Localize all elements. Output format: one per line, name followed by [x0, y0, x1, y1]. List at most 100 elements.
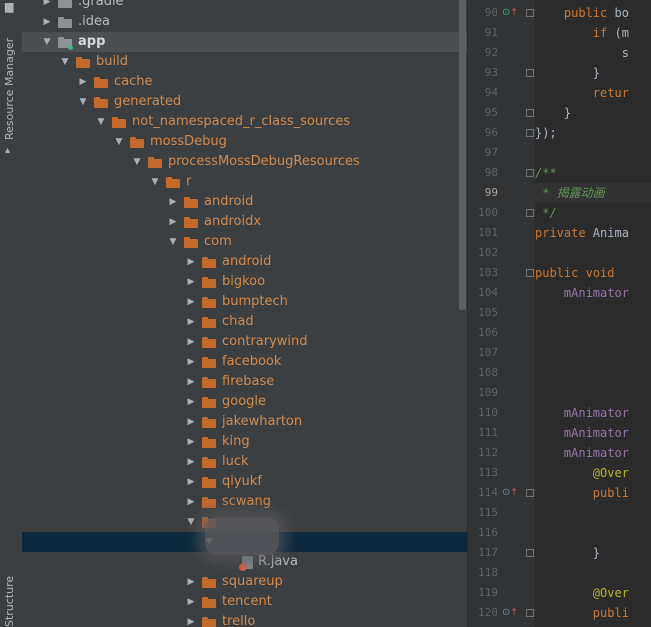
- tree-row[interactable]: ▶ .gradle: [22, 0, 467, 12]
- collapse-arrow-icon[interactable]: ▼: [150, 172, 160, 192]
- code-editor[interactable]: public bo if (m s } retur }}); /** * 揭露动画…: [535, 0, 651, 627]
- expand-arrow-icon[interactable]: ▶: [186, 332, 196, 352]
- expand-arrow-icon[interactable]: ▶: [186, 292, 196, 312]
- expand-arrow-icon[interactable]: ▶: [168, 192, 178, 212]
- expand-arrow-icon[interactable]: ▶: [186, 272, 196, 292]
- resource-manager-icon[interactable]: ▴: [5, 146, 17, 156]
- expand-arrow-icon[interactable]: ▶: [186, 372, 196, 392]
- tree-row[interactable]: ▶ contrarywind: [22, 332, 467, 352]
- fold-marker-icon[interactable]: [526, 489, 534, 497]
- expand-arrow-icon[interactable]: ▶: [186, 592, 196, 612]
- fold-marker-icon[interactable]: [526, 169, 534, 177]
- line-number: 105: [478, 306, 498, 319]
- code-line: publi: [592, 606, 629, 620]
- expand-arrow-icon[interactable]: ▶: [168, 212, 178, 232]
- tree-item-label: luck: [222, 454, 249, 469]
- tree-row[interactable]: ▶ king: [22, 432, 467, 452]
- code-line: public bo: [563, 6, 629, 20]
- override-marker-icon[interactable]: ⊙↑: [502, 3, 518, 23]
- project-folder-icon[interactable]: ▆: [5, 1, 17, 12]
- expand-arrow-icon[interactable]: ▶: [186, 452, 196, 472]
- expand-arrow-icon[interactable]: ▶: [186, 472, 196, 492]
- java-file-icon: [239, 556, 253, 571]
- collapse-arrow-icon[interactable]: ▼: [42, 32, 52, 52]
- folder-icon: [184, 237, 198, 248]
- override-marker-icon[interactable]: ⊙↑: [502, 603, 518, 623]
- expand-arrow-icon[interactable]: ▶: [186, 352, 196, 372]
- fold-marker-icon[interactable]: [526, 69, 534, 77]
- folder-icon: [202, 357, 216, 368]
- tree-row[interactable]: ▶ qiyukf: [22, 472, 467, 492]
- tree-row[interactable]: ▼ not_namespaced_r_class_sources: [22, 112, 467, 132]
- structure-tab[interactable]: Structure: [3, 576, 16, 627]
- line-number: 97: [484, 146, 498, 159]
- fold-marker-icon[interactable]: [526, 269, 534, 277]
- fold-marker-icon[interactable]: [526, 549, 534, 557]
- collapse-arrow-icon[interactable]: ▼: [168, 232, 178, 252]
- tree-row[interactable]: ▶ bigkoo: [22, 272, 467, 292]
- expand-arrow-icon[interactable]: ▶: [42, 0, 52, 12]
- folder-icon: [202, 317, 216, 328]
- fold-marker-icon[interactable]: [526, 109, 534, 117]
- tree-row[interactable]: R.java: [22, 552, 467, 572]
- tree-row[interactable]: ▶ luck: [22, 452, 467, 472]
- tree-row[interactable]: ▶ facebook: [22, 352, 467, 372]
- expand-arrow-icon[interactable]: ▶: [186, 612, 196, 627]
- override-marker-icon[interactable]: ⊙↑: [502, 483, 518, 503]
- tree-row[interactable]: ▶ trello: [22, 612, 467, 627]
- fold-marker-icon[interactable]: [526, 9, 534, 17]
- collapse-arrow-icon[interactable]: ▼: [114, 132, 124, 152]
- fold-marker-icon[interactable]: [526, 209, 534, 217]
- tree-row[interactable]: ▶ squareup: [22, 572, 467, 592]
- line-number: 109: [478, 386, 498, 399]
- tree-row[interactable]: ▼ processMossDebugResources: [22, 152, 467, 172]
- tree-row[interactable]: ▶ androidx: [22, 212, 467, 232]
- fold-marker-icon[interactable]: [526, 609, 534, 617]
- expand-arrow-icon[interactable]: ▶: [186, 392, 196, 412]
- tree-row[interactable]: ▼ com: [22, 232, 467, 252]
- code-line: retur: [592, 86, 629, 100]
- folder-icon: [202, 297, 216, 308]
- tree-row[interactable]: ▼ app: [22, 32, 467, 52]
- tree-row[interactable]: ▶ chad: [22, 312, 467, 332]
- expand-arrow-icon[interactable]: ▶: [78, 72, 88, 92]
- collapse-arrow-icon[interactable]: ▼: [96, 112, 106, 132]
- tree-row[interactable]: ▶ google: [22, 392, 467, 412]
- collapse-arrow-icon[interactable]: ▼: [60, 52, 70, 72]
- folder-icon: [184, 197, 198, 208]
- folder-icon: [184, 217, 198, 228]
- collapse-arrow-icon[interactable]: ▼: [132, 152, 142, 172]
- tree-row[interactable]: ▶ tencent: [22, 592, 467, 612]
- tree-row[interactable]: ▶ .idea: [22, 12, 467, 32]
- folder-icon: [76, 57, 90, 68]
- tree-row[interactable]: ▶ jakewharton: [22, 412, 467, 432]
- tree-row[interactable]: ▼ generated: [22, 92, 467, 112]
- expand-arrow-icon[interactable]: ▶: [186, 492, 196, 512]
- tree-scrollbar[interactable]: [459, 0, 466, 310]
- line-number: 94: [484, 86, 498, 99]
- collapse-arrow-icon[interactable]: ▼: [78, 92, 88, 112]
- tree-row[interactable]: ▶ cache: [22, 72, 467, 92]
- expand-arrow-icon[interactable]: ▶: [186, 412, 196, 432]
- tree-item-label: r: [186, 174, 192, 189]
- tree-row[interactable]: ▼ build: [22, 52, 467, 72]
- collapse-arrow-icon[interactable]: ▼: [186, 512, 196, 532]
- tree-row[interactable]: ▶ android: [22, 192, 467, 212]
- tree-row[interactable]: ▼ r: [22, 172, 467, 192]
- tree-row[interactable]: ▶ bumptech: [22, 292, 467, 312]
- expand-arrow-icon[interactable]: ▶: [186, 432, 196, 452]
- expand-arrow-icon[interactable]: ▶: [186, 572, 196, 592]
- line-number: 111: [478, 426, 498, 439]
- tree-row[interactable]: ▼ mossDebug: [22, 132, 467, 152]
- expand-arrow-icon[interactable]: ▶: [186, 312, 196, 332]
- expand-arrow-icon[interactable]: ▶: [186, 252, 196, 272]
- tree-row[interactable]: ▶ android: [22, 252, 467, 272]
- resource-manager-tab[interactable]: Resource Manager: [3, 38, 16, 140]
- expand-arrow-icon[interactable]: ▶: [42, 12, 52, 32]
- fold-marker-icon[interactable]: [526, 129, 534, 137]
- tree-row[interactable]: ▶ firebase: [22, 372, 467, 392]
- folder-icon: [202, 277, 216, 288]
- tree-row[interactable]: ▶ scwang: [22, 492, 467, 512]
- folder-icon: [130, 137, 144, 148]
